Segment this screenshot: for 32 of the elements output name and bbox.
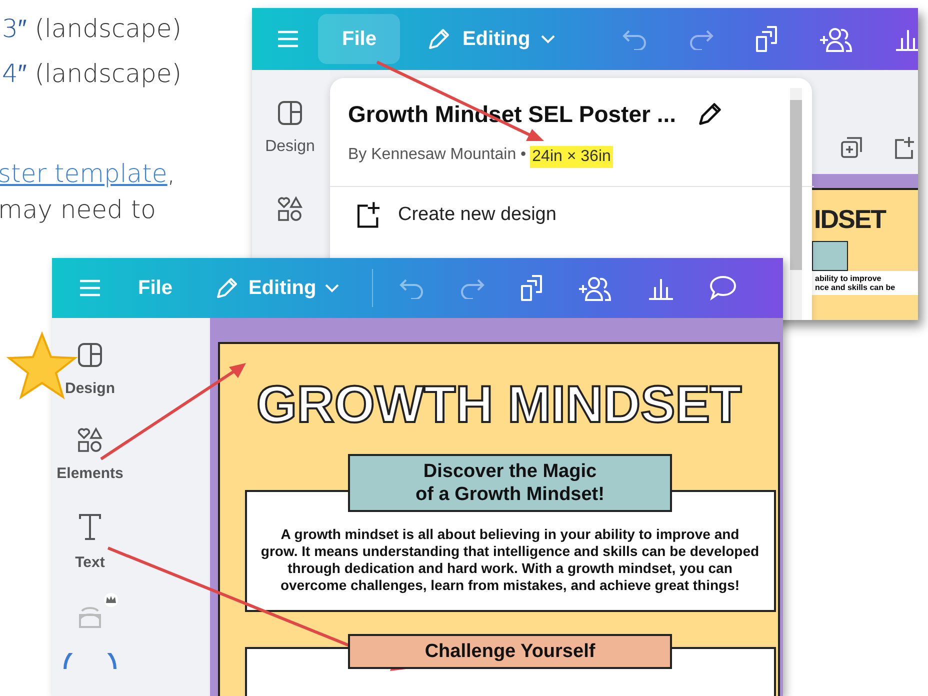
new-design-icon xyxy=(356,201,382,229)
chevron-down-icon xyxy=(324,283,340,293)
chevron-down-icon xyxy=(540,34,556,44)
scrollbar[interactable] xyxy=(790,88,802,320)
new-design-icon[interactable] xyxy=(894,136,916,160)
list-item-text: 4″ (landscape) xyxy=(2,59,182,88)
add-page-icon[interactable] xyxy=(840,136,864,160)
sidebar-label[interactable]: Elements xyxy=(56,465,124,482)
add-people-icon[interactable] xyxy=(577,274,614,302)
add-people-icon[interactable] xyxy=(818,25,854,53)
template-link[interactable]: ster template xyxy=(0,159,168,188)
sidebar-label[interactable]: Text xyxy=(75,554,105,571)
dimensions-text: 24in × 36in xyxy=(530,146,613,168)
paragraph-text: , xyxy=(167,159,176,188)
paragraph-text: may need to xyxy=(0,195,156,224)
stacked-pages-icon[interactable] xyxy=(754,25,778,53)
sidebar-label[interactable]: Design xyxy=(265,138,315,156)
layout-icon[interactable] xyxy=(277,100,303,126)
section-heading: Challenge Yourself xyxy=(348,634,672,669)
section-heading: Discover the Magic of a Growth Mindset! xyxy=(348,454,672,512)
text-icon[interactable] xyxy=(76,512,103,542)
poster-paragraph: ability to improve nce and skills can be xyxy=(812,271,918,295)
poster-title: GROWTH MINDSET xyxy=(256,375,742,436)
list-item-text: 3″ (landscape) xyxy=(2,14,182,43)
shapes-icon[interactable] xyxy=(76,427,103,453)
comment-icon[interactable] xyxy=(709,275,738,301)
author-text: By Kennesaw Mountain • xyxy=(348,146,526,165)
stacked-pages-icon[interactable] xyxy=(519,274,544,302)
poster-title: IDSET xyxy=(813,204,888,235)
layout-icon[interactable] xyxy=(76,342,103,368)
shapes-icon[interactable] xyxy=(277,196,303,222)
sidebar-label[interactable]: Design xyxy=(64,380,115,397)
